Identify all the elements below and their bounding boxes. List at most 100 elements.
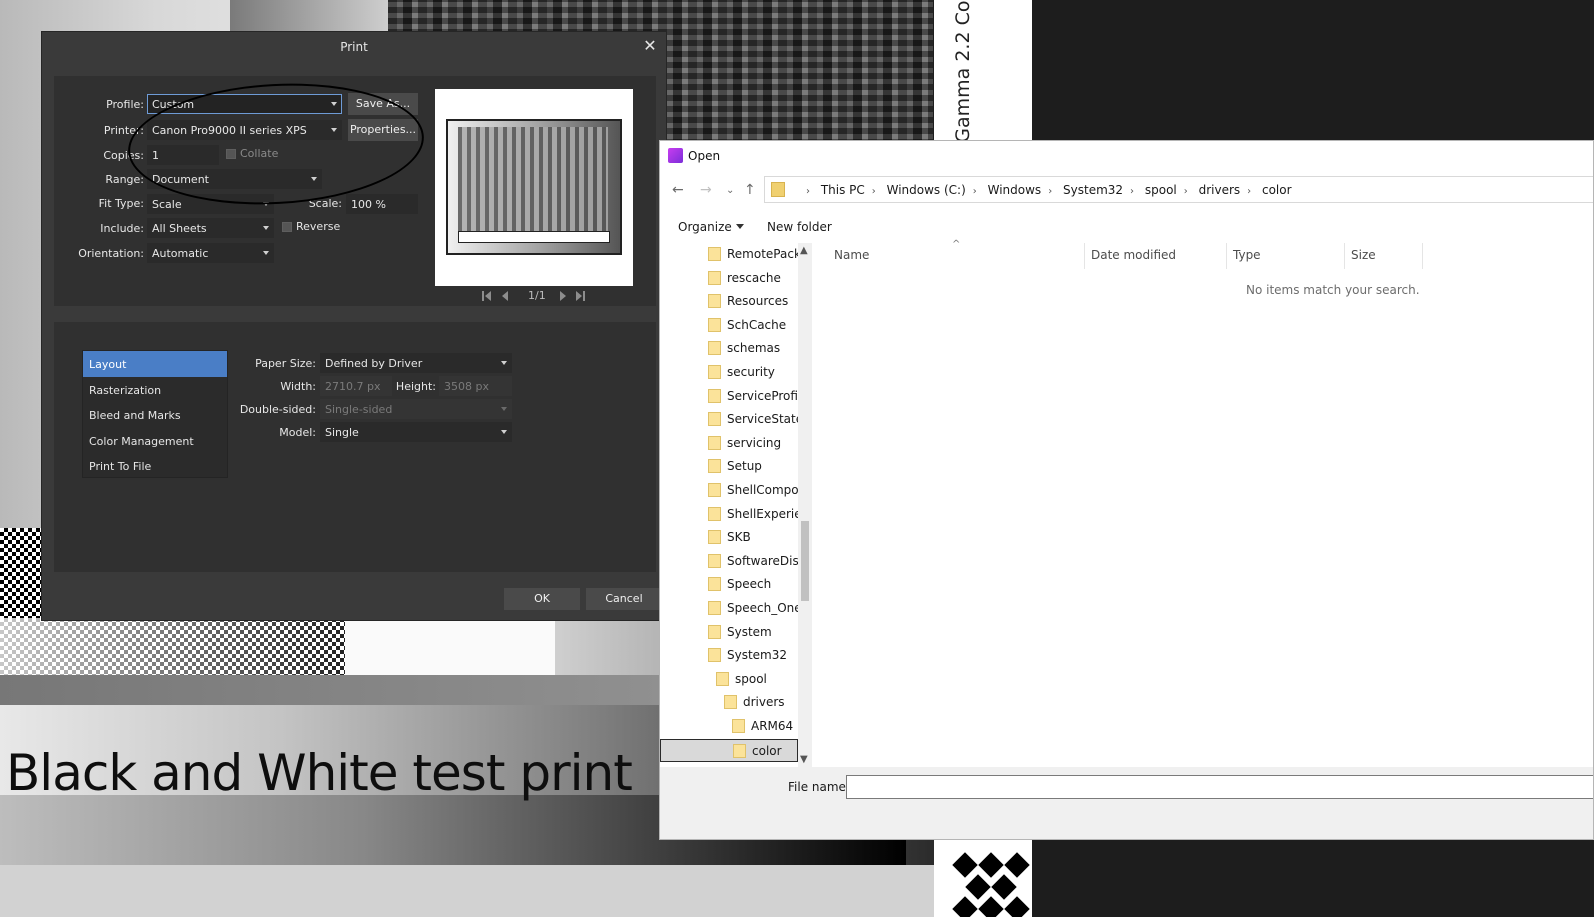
- file-name-area: File name:: [660, 767, 1593, 839]
- tree-item-label: SoftwareDistr: [727, 553, 798, 568]
- orientation-select[interactable]: Automatic: [147, 243, 274, 263]
- folder-icon: [771, 182, 785, 197]
- up-arrow-icon[interactable]: ↑: [744, 182, 756, 198]
- reverse-label: Reverse: [296, 220, 341, 233]
- last-page-arrow-icon[interactable]: [576, 291, 582, 301]
- include-label: Include:: [100, 222, 144, 235]
- cancel-button[interactable]: Cancel: [586, 588, 662, 610]
- bg-white-box: [345, 618, 555, 675]
- print-dialog-title: Print: [340, 40, 368, 54]
- width-label: Width:: [280, 380, 316, 393]
- tree-item-label: security: [727, 365, 775, 379]
- file-name-label: File name:: [788, 780, 850, 794]
- tree-item[interactable]: Speech: [660, 573, 798, 597]
- tree-item[interactable]: Speech_OneC: [660, 597, 798, 621]
- breadcrumb-system32[interactable]: System32: [1063, 183, 1123, 197]
- width-input[interactable]: 2710.7 px: [320, 376, 392, 396]
- nav-item-layout[interactable]: Layout: [83, 351, 227, 377]
- back-arrow-icon[interactable]: ←: [672, 182, 684, 198]
- breadcrumb-windows-c[interactable]: Windows (C:): [887, 183, 966, 197]
- nav-item-color-management[interactable]: Color Management: [83, 428, 227, 454]
- next-page-icon[interactable]: [560, 291, 566, 301]
- model-select[interactable]: Single: [320, 422, 512, 442]
- file-name-input[interactable]: [846, 775, 1593, 799]
- tree-item[interactable]: servicing: [660, 432, 798, 456]
- height-input[interactable]: 3508 px: [439, 376, 512, 396]
- folder-icon: [708, 601, 721, 615]
- new-folder-button[interactable]: New folder: [767, 220, 832, 234]
- first-page-arrow-icon[interactable]: [485, 291, 491, 301]
- recent-chevron-icon[interactable]: ⌄: [726, 185, 734, 196]
- ok-button[interactable]: OK: [504, 588, 580, 610]
- tree-item[interactable]: ShellCompor: [660, 479, 798, 503]
- tree-item[interactable]: ServiceProfile: [660, 385, 798, 409]
- page-indicator: 1/1: [528, 289, 546, 302]
- first-page-icon[interactable]: [482, 291, 484, 301]
- folder-icon: [708, 530, 721, 545]
- tree-item[interactable]: Setup: [660, 455, 798, 479]
- include-select[interactable]: All Sheets: [147, 218, 274, 238]
- tree-item-label: System: [727, 624, 772, 639]
- bg-title-text: Black and White test print: [6, 744, 633, 802]
- tree-item[interactable]: rescache: [660, 267, 798, 291]
- scroll-down-icon[interactable]: ▼: [800, 754, 808, 765]
- preview-image: [458, 127, 608, 237]
- include-value: All Sheets: [152, 222, 207, 235]
- scale-value: 100 %: [351, 198, 386, 211]
- folder-icon: [708, 294, 721, 309]
- tree-item[interactable]: SoftwareDistr: [660, 550, 798, 574]
- tree-item[interactable]: spool: [660, 668, 798, 692]
- tree-item[interactable]: ARM64: [660, 715, 798, 739]
- last-page-icon[interactable]: [583, 291, 585, 301]
- column-header-name[interactable]: Name: [834, 248, 869, 262]
- breadcrumb-color[interactable]: color: [1262, 183, 1292, 197]
- previous-page-icon[interactable]: [502, 291, 508, 301]
- breadcrumb-this-pc[interactable]: This PC: [821, 183, 865, 197]
- folder-icon: [724, 695, 737, 710]
- tree-item[interactable]: Resources: [660, 290, 798, 314]
- fit-type-label: Fit Type:: [98, 197, 144, 210]
- tree-item[interactable]: ShellExperien: [660, 503, 798, 527]
- column-header-date-modified[interactable]: Date modified: [1091, 248, 1176, 262]
- address-bar[interactable]: › This PC › Windows (C:) › Windows › System…: [764, 176, 1593, 203]
- open-dialog: Open ← → ⌄ ↑ › This PC › Windows (C:) › Wi…: [659, 140, 1594, 840]
- organize-button[interactable]: Organize: [678, 220, 744, 234]
- breadcrumb-windows[interactable]: Windows: [988, 183, 1042, 197]
- scrollbar-thumb[interactable]: [801, 521, 809, 601]
- double-sided-select[interactable]: Single-sided: [320, 399, 512, 419]
- tree-item[interactable]: System: [660, 621, 798, 645]
- nav-item-rasterization[interactable]: Rasterization: [83, 377, 227, 403]
- tree-item-label: schemas: [727, 341, 781, 356]
- column-header-type[interactable]: Type: [1233, 248, 1261, 262]
- tree-item[interactable]: drivers: [660, 691, 798, 715]
- tree-item[interactable]: SKB: [660, 526, 798, 550]
- empty-message: No items match your search.: [1246, 283, 1420, 297]
- model-label: Model:: [279, 426, 316, 439]
- folder-icon: [708, 624, 721, 639]
- profile-label: Profile:: [106, 98, 144, 111]
- tree-item-label: Speech: [727, 577, 772, 592]
- breadcrumb-spool[interactable]: spool: [1145, 183, 1177, 197]
- tree-item[interactable]: color: [660, 738, 798, 763]
- scale-input[interactable]: 100 %: [346, 194, 418, 214]
- tree-item[interactable]: RemotePacka: [660, 243, 798, 267]
- tree-item[interactable]: security: [660, 361, 798, 385]
- nav-item-print-to-file[interactable]: Print To File: [83, 453, 227, 479]
- open-dialog-title: Open: [688, 149, 721, 163]
- reverse-checkbox[interactable]: [282, 222, 292, 232]
- folder-icon: [708, 365, 721, 379]
- paper-size-select[interactable]: Defined by Driver: [320, 353, 512, 373]
- tree-item[interactable]: SchCache: [660, 314, 798, 338]
- nav-item-bleed-and-marks[interactable]: Bleed and Marks: [83, 402, 227, 428]
- scroll-up-icon[interactable]: ▲: [800, 245, 808, 256]
- column-header-size[interactable]: Size: [1351, 248, 1376, 262]
- chevron-down-icon: [263, 226, 269, 230]
- close-icon[interactable]: ✕: [640, 36, 660, 56]
- tree-item[interactable]: ServiceState: [660, 408, 798, 432]
- breadcrumb: › This PC › Windows (C:) › Windows › System…: [806, 183, 1292, 197]
- tree-scrollbar[interactable]: ▲ ▼: [798, 243, 812, 767]
- tree-item[interactable]: System32: [660, 644, 798, 668]
- breadcrumb-drivers[interactable]: drivers: [1199, 183, 1241, 197]
- forward-arrow-icon[interactable]: →: [700, 182, 712, 198]
- tree-item[interactable]: schemas: [660, 337, 798, 361]
